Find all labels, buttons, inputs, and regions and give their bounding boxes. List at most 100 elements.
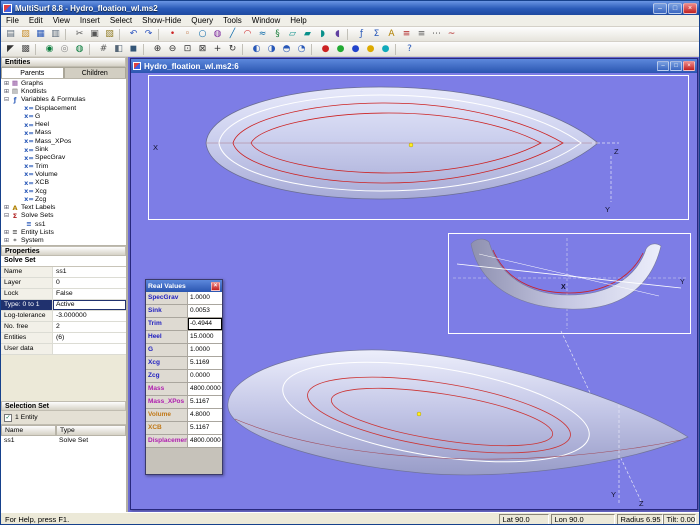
real-value-cell[interactable]: 0.0053 xyxy=(188,305,222,317)
revolution-surface-tool[interactable]: ◗ xyxy=(315,28,330,41)
tree-expander-icon[interactable]: ⊞ xyxy=(3,88,10,95)
tree-expander-icon[interactable]: ⊞ xyxy=(3,80,10,87)
top-view[interactable]: ◓ xyxy=(279,43,294,56)
selection-col-type[interactable]: Type xyxy=(56,425,126,436)
minimize-button[interactable]: – xyxy=(653,3,667,14)
separator[interactable] xyxy=(347,29,352,40)
ring-tool[interactable]: ○ xyxy=(195,28,210,41)
doc-maximize-button[interactable]: □ xyxy=(670,61,682,71)
tree-item[interactable]: x= Xcg xyxy=(1,187,126,195)
close-button[interactable]: × xyxy=(683,3,697,14)
menu-item[interactable]: Tools xyxy=(218,15,247,27)
knotlist-tool[interactable]: ⋯ xyxy=(429,28,444,41)
text-label-tool[interactable]: A xyxy=(384,28,399,41)
line-tool[interactable]: ╱ xyxy=(225,28,240,41)
real-values-window[interactable]: Real Values × SpecGrav 1.0000 Sink xyxy=(145,279,223,475)
tree-item[interactable]: x= Trim xyxy=(1,162,126,170)
real-value-cell[interactable]: 15.0000 xyxy=(188,331,222,343)
property-value[interactable]: (6) xyxy=(53,333,126,343)
new-file[interactable]: ▤ xyxy=(3,28,18,41)
undo[interactable]: ↶ xyxy=(126,28,141,41)
tree-item[interactable]: x= Sink xyxy=(1,145,126,153)
entity-list-tool[interactable]: ≡ xyxy=(414,28,429,41)
copy[interactable]: ▣ xyxy=(87,28,102,41)
tree-item[interactable]: ⊞ ▤ Knotlists xyxy=(1,87,126,95)
real-value-cell[interactable]: 1.0000 xyxy=(188,292,222,304)
separator[interactable] xyxy=(395,44,400,55)
plan-view-canvas[interactable]: X Z Y xyxy=(149,76,688,219)
separator[interactable] xyxy=(158,29,163,40)
curve-tool[interactable]: ≈ xyxy=(255,28,270,41)
tree-item[interactable]: ⊞ * System xyxy=(1,237,126,245)
tree-item[interactable]: x= SpecGrav xyxy=(1,154,126,162)
magnet-tool[interactable]: ◍ xyxy=(210,28,225,41)
maximize-button[interactable]: □ xyxy=(668,3,682,14)
lofted-surface-tool[interactable]: ▰ xyxy=(300,28,315,41)
zoom-fit[interactable]: ⊠ xyxy=(195,43,210,56)
front-view[interactable]: ◐ xyxy=(249,43,264,56)
formula-tool[interactable]: Σ xyxy=(369,28,384,41)
perspective-view[interactable]: ◔ xyxy=(294,43,309,56)
paste[interactable]: ▧ xyxy=(102,28,117,41)
tree-expander-icon[interactable]: ⊞ xyxy=(3,229,10,236)
select-window[interactable]: ▩ xyxy=(18,43,33,56)
tree-expander-icon[interactable]: ⊞ xyxy=(3,237,10,244)
doc-close-button[interactable]: × xyxy=(683,61,695,71)
separator[interactable] xyxy=(35,44,40,55)
labels-visibility[interactable]: ● xyxy=(363,43,378,56)
zoom-window[interactable]: ⊡ xyxy=(180,43,195,56)
separator[interactable] xyxy=(65,29,70,40)
real-value-cell[interactable]: 4800.0000 xyxy=(188,435,222,447)
property-value[interactable]: 2 xyxy=(53,322,126,332)
selection-col-name[interactable]: Name xyxy=(1,425,56,436)
menu-item[interactable]: Window xyxy=(247,15,285,27)
real-values-titlebar[interactable]: Real Values × xyxy=(146,280,222,292)
graph-tool[interactable]: ~ xyxy=(444,28,459,41)
pan-view[interactable]: + xyxy=(210,43,225,56)
doc-minimize-button[interactable]: – xyxy=(657,61,669,71)
swept-surface-tool[interactable]: ◖ xyxy=(330,28,345,41)
show-entity[interactable]: ◉ xyxy=(42,43,57,56)
rotate-view[interactable]: ↻ xyxy=(225,43,240,56)
help[interactable]: ? xyxy=(402,43,417,56)
real-value-cell[interactable]: 1.0000 xyxy=(188,344,222,356)
points-visibility[interactable]: ● xyxy=(318,43,333,56)
arc-tool[interactable]: ◠ xyxy=(240,28,255,41)
separator[interactable] xyxy=(311,44,316,55)
bead-tool[interactable]: ◦ xyxy=(180,28,195,41)
document-titlebar[interactable]: Hydro_floation_wl.ms2:6 – □ × xyxy=(131,59,697,73)
show-all[interactable]: ◍ xyxy=(72,43,87,56)
tree-expander-icon[interactable]: ⊟ xyxy=(3,96,10,103)
menu-item[interactable]: Select xyxy=(105,15,137,27)
tree-item[interactable]: x= Displacement xyxy=(1,104,126,112)
property-value[interactable]: ss1 xyxy=(53,267,126,277)
menu-item[interactable]: Show-Hide xyxy=(137,15,186,27)
tree-item[interactable]: ⊞ ≡ Entity Lists xyxy=(1,228,126,236)
menu-item[interactable]: Insert xyxy=(75,15,105,27)
real-value-cell[interactable]: 4.8000 xyxy=(188,409,222,421)
separator[interactable] xyxy=(119,29,124,40)
property-value[interactable]: 0 xyxy=(53,278,126,288)
solve-set-tool[interactable]: ≡ xyxy=(399,28,414,41)
tree-expander-icon[interactable]: ⊞ xyxy=(3,204,10,211)
real-value-cell[interactable]: 5.1169 xyxy=(188,357,222,369)
property-value[interactable]: Active xyxy=(53,300,126,310)
tree-item[interactable]: ⊟ ƒ Variables & Formulas xyxy=(1,96,126,104)
tree-item[interactable]: x= Mass xyxy=(1,129,126,137)
separator[interactable] xyxy=(143,44,148,55)
separator[interactable] xyxy=(242,44,247,55)
property-value[interactable]: -3.000000 xyxy=(53,311,126,321)
save-file[interactable]: ▦ xyxy=(33,28,48,41)
menu-item[interactable]: Edit xyxy=(24,15,48,27)
side-view[interactable]: ◑ xyxy=(264,43,279,56)
property-value[interactable]: False xyxy=(53,289,126,299)
real-value-cell[interactable]: 5.1167 xyxy=(188,422,222,434)
open-file[interactable]: ▨ xyxy=(18,28,33,41)
tree-item[interactable]: x= Volume xyxy=(1,170,126,178)
menu-item[interactable]: Query xyxy=(186,15,218,27)
surfaces-visibility[interactable]: ● xyxy=(348,43,363,56)
variable-tool[interactable]: ƒ xyxy=(354,28,369,41)
tree-item[interactable]: ≡ ss1 xyxy=(1,220,126,228)
menu-item[interactable]: View xyxy=(48,15,75,27)
menu-item[interactable]: Help xyxy=(285,15,311,27)
